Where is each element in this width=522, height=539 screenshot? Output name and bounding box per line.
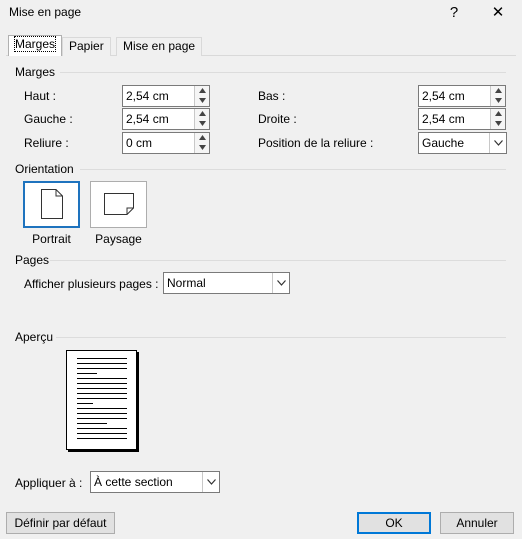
haut-down-button[interactable]	[195, 96, 209, 106]
apercu-group-line	[56, 337, 506, 338]
appliquer-select[interactable]: À cette section	[90, 471, 220, 493]
reliure-up-button[interactable]	[195, 133, 209, 143]
position-reliure-value: Gauche	[422, 136, 465, 150]
page-preview	[66, 350, 137, 450]
arrow-down-icon	[495, 98, 502, 103]
droite-label: Droite :	[258, 112, 297, 126]
paysage-label: Paysage	[95, 232, 142, 246]
portrait-page-icon	[41, 189, 63, 219]
margins-group-line	[60, 72, 506, 73]
reliure-value[interactable]: 0 cm	[126, 136, 152, 150]
chevron-down-icon[interactable]	[489, 133, 506, 153]
tab-papier[interactable]: Papier	[62, 37, 111, 56]
pages-group-label: Pages	[15, 253, 50, 267]
help-button[interactable]: ?	[434, 0, 474, 26]
haut-spinner[interactable]: 2,54 cm	[122, 85, 210, 107]
portrait-label: Portrait	[32, 232, 71, 246]
landscape-page-icon	[104, 193, 134, 215]
ok-button[interactable]: OK	[357, 512, 431, 534]
arrow-down-icon	[199, 145, 206, 150]
orientation-group-line	[80, 169, 506, 170]
arrow-down-icon	[495, 121, 502, 126]
droite-spinner[interactable]: 2,54 cm	[418, 108, 506, 130]
close-button[interactable]: ✕	[478, 0, 518, 26]
bas-value[interactable]: 2,54 cm	[422, 89, 465, 103]
bas-up-button[interactable]	[491, 86, 505, 96]
bas-down-button[interactable]	[491, 96, 505, 106]
reliure-spinner[interactable]: 0 cm	[122, 132, 210, 154]
gauche-value[interactable]: 2,54 cm	[126, 112, 169, 126]
position-reliure-label: Position de la reliure :	[258, 136, 374, 150]
arrow-up-icon	[199, 111, 206, 116]
haut-value[interactable]: 2,54 cm	[126, 89, 169, 103]
afficher-pages-label: Afficher plusieurs pages :	[24, 277, 159, 291]
orientation-group-label: Orientation	[15, 162, 74, 176]
gauche-down-button[interactable]	[195, 119, 209, 129]
gauche-label: Gauche :	[24, 112, 73, 126]
chevron-down-icon[interactable]	[202, 472, 219, 492]
tab-mise-en-page[interactable]: Mise en page	[116, 37, 203, 56]
tab-marges-label: Marges	[13, 36, 57, 52]
annuler-button[interactable]: Annuler	[440, 512, 514, 534]
bas-spinner[interactable]: 2,54 cm	[418, 85, 506, 107]
arrow-down-icon	[199, 121, 206, 126]
bas-label: Bas :	[258, 89, 286, 103]
reliure-down-button[interactable]	[195, 143, 209, 153]
paysage-option[interactable]	[90, 181, 147, 228]
afficher-pages-select[interactable]: Normal	[163, 272, 290, 294]
appliquer-label: Appliquer à :	[15, 476, 83, 490]
gauche-spinner[interactable]: 2,54 cm	[122, 108, 210, 130]
arrow-up-icon	[199, 88, 206, 93]
droite-up-button[interactable]	[491, 109, 505, 119]
tab-papier-label: Papier	[69, 39, 104, 53]
haut-up-button[interactable]	[195, 86, 209, 96]
margins-group-label: Marges	[15, 65, 56, 79]
chevron-down-icon[interactable]	[272, 273, 289, 293]
appliquer-value: À cette section	[94, 475, 173, 489]
portrait-option[interactable]	[23, 181, 80, 228]
definir-par-defaut-button[interactable]: Définir par défaut	[6, 512, 115, 534]
arrow-up-icon	[495, 111, 502, 116]
afficher-pages-value: Normal	[167, 276, 206, 290]
haut-label: Haut :	[24, 89, 57, 103]
apercu-group-label: Aperçu	[15, 330, 54, 344]
droite-down-button[interactable]	[491, 119, 505, 129]
dialog-title: Mise en page	[9, 5, 82, 19]
tab-marges[interactable]: Marges	[8, 35, 63, 56]
droite-value[interactable]: 2,54 cm	[422, 112, 465, 126]
close-icon: ✕	[491, 4, 505, 21]
arrow-up-icon	[495, 88, 502, 93]
help-icon: ?	[449, 4, 459, 21]
tab-mise-en-page-label: Mise en page	[123, 39, 196, 53]
arrow-down-icon	[199, 98, 206, 103]
position-reliure-select[interactable]: Gauche	[418, 132, 507, 154]
gauche-up-button[interactable]	[195, 109, 209, 119]
reliure-label: Reliure :	[24, 136, 69, 150]
arrow-up-icon	[199, 135, 206, 140]
pages-group-line	[50, 260, 506, 261]
